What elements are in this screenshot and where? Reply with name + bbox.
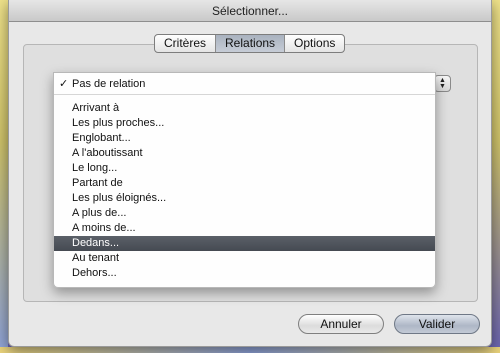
tab-bar: Critères Relations Options	[154, 34, 346, 53]
chevron-down-icon: ▼	[439, 82, 446, 90]
ok-button[interactable]: Valider	[394, 314, 480, 334]
background-map-right-edge	[492, 0, 500, 353]
menu-item-aboutissant[interactable]: A l'aboutissant	[54, 146, 435, 161]
menu-item-au-tenant[interactable]: Au tenant	[54, 251, 435, 266]
menu-item-dedans[interactable]: Dedans...	[54, 236, 435, 251]
menu-item-dehors[interactable]: Dehors...	[54, 266, 435, 281]
menu-item-label: Pas de relation	[72, 78, 146, 90]
checkmark-icon: ✓	[59, 78, 69, 90]
menu-item-englobant[interactable]: Englobant...	[54, 131, 435, 146]
menu-item-current[interactable]: ✓ Pas de relation	[54, 77, 435, 92]
background-map-left-edge	[0, 0, 8, 353]
relation-popup-menu: ✓ Pas de relation Arrivant à Les plus pr…	[53, 72, 436, 288]
menu-item-arrivant[interactable]: Arrivant à	[54, 101, 435, 116]
menu-separator	[54, 94, 435, 95]
menu-item-plus-eloignes[interactable]: Les plus éloignés...	[54, 191, 435, 206]
tab-relations[interactable]: Relations	[216, 35, 286, 52]
menu-item-le-long[interactable]: Le long...	[54, 161, 435, 176]
tab-options[interactable]: Options	[285, 35, 344, 52]
menu-item-a-plus-de[interactable]: A plus de...	[54, 206, 435, 221]
menu-item-plus-proches[interactable]: Les plus proches...	[54, 116, 435, 131]
background-map-bottom-edge	[0, 347, 500, 353]
cancel-button[interactable]: Annuler	[298, 314, 384, 334]
relation-popup-button[interactable]: ▲ ▼	[434, 75, 451, 92]
menu-item-partant[interactable]: Partant de	[54, 176, 435, 191]
tab-criteres[interactable]: Critères	[155, 35, 217, 52]
dialog-title: Sélectionner...	[9, 0, 491, 22]
select-dialog: Sélectionner... Critères Relations Optio…	[8, 0, 492, 347]
menu-item-a-moins-de[interactable]: A moins de...	[54, 221, 435, 236]
